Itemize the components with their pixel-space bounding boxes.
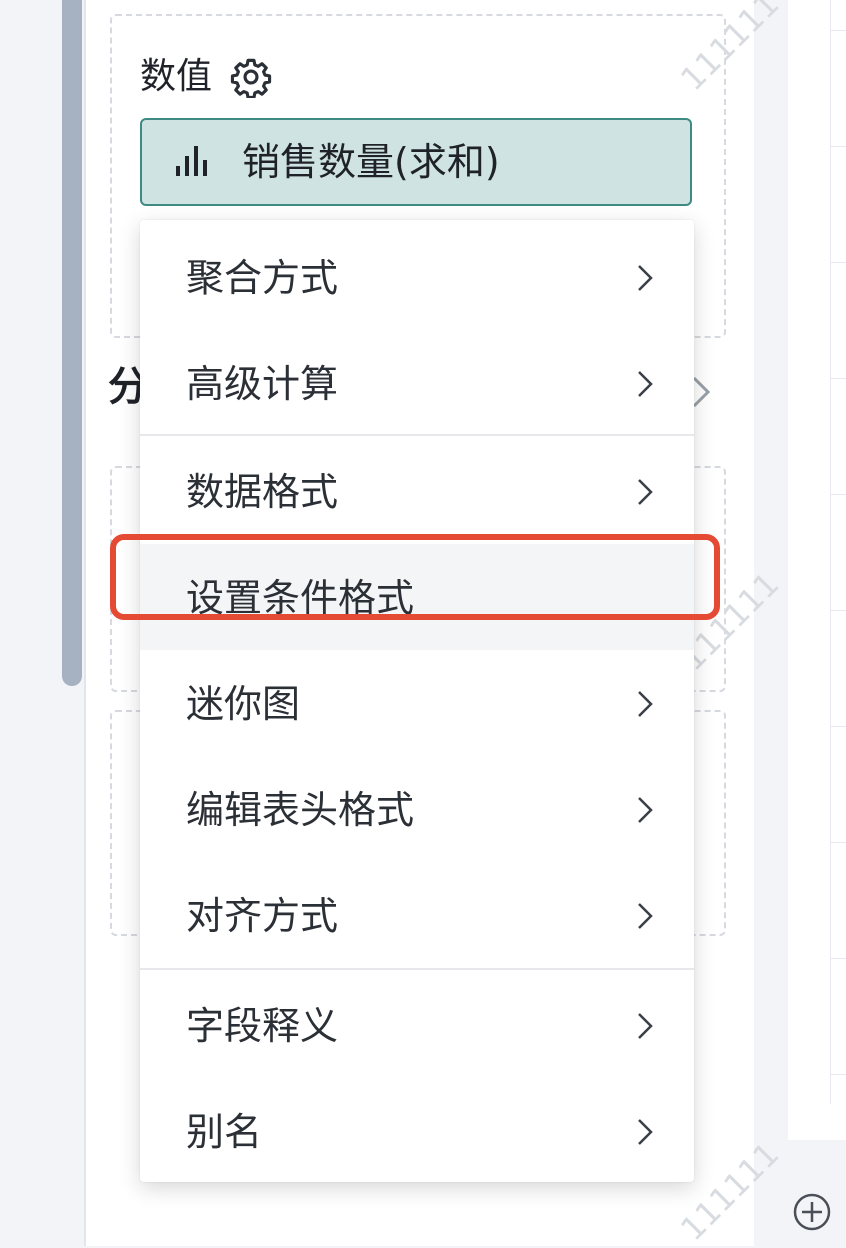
annotation-highlight-box: [110, 534, 720, 620]
menu-divider: [140, 968, 694, 970]
menu-item-label: 高级计算: [186, 362, 339, 406]
bar-chart-icon: [176, 146, 207, 176]
field-pill-sales-quantity[interactable]: 销售数量(求和): [140, 118, 692, 206]
menu-item-label: 数据格式: [186, 470, 339, 514]
grid-line: [830, 30, 846, 31]
chevron-right-icon: [638, 903, 653, 929]
chevron-right-icon: [638, 479, 653, 505]
scrollbar-thumb[interactable]: [62, 0, 82, 686]
gear-icon[interactable]: [230, 56, 272, 98]
grid-line: [830, 494, 846, 495]
chevron-right-icon: [638, 265, 653, 291]
chevron-right-icon: [638, 371, 653, 397]
menu-item-sparkline[interactable]: 迷你图: [140, 650, 694, 756]
menu-item-label: 字段释义: [186, 1004, 339, 1048]
grid-line: [830, 842, 846, 843]
grid-line: [830, 610, 846, 611]
menu-item-alignment[interactable]: 对齐方式: [140, 862, 694, 968]
grid-line: [830, 958, 846, 959]
menu-item-header-format[interactable]: 编辑表头格式: [140, 756, 694, 862]
menu-item-alias[interactable]: 别名: [140, 1078, 694, 1184]
chevron-right-icon: [638, 1013, 653, 1039]
chevron-right-icon: [638, 797, 653, 823]
menu-divider: [140, 434, 694, 436]
grid-line: [830, 146, 846, 147]
menu-item-label: 迷你图: [186, 682, 301, 726]
menu-item-advanced-calc[interactable]: 高级计算: [140, 330, 694, 436]
menu-item-aggregation[interactable]: 聚合方式: [140, 224, 694, 330]
grid-line: [830, 1074, 846, 1075]
values-zone-title: 数值: [140, 56, 213, 97]
grid-line: [830, 262, 846, 263]
add-circle-icon[interactable]: [792, 1192, 832, 1232]
menu-item-label: 别名: [186, 1110, 263, 1154]
table-grid: [830, 0, 846, 1104]
menu-item-data-format[interactable]: 数据格式: [140, 438, 694, 544]
grid-line: [830, 726, 846, 727]
field-context-menu: 聚合方式 高级计算 数据格式 设置条件格式 迷你图 编辑表头格式 对齐方式 字段…: [140, 220, 694, 1182]
menu-item-label: 聚合方式: [186, 256, 339, 300]
grid-line: [830, 378, 846, 379]
menu-item-field-definition[interactable]: 字段释义: [140, 972, 694, 1078]
field-pill-label: 销售数量(求和): [242, 140, 500, 184]
menu-item-label: 对齐方式: [186, 894, 339, 938]
chevron-right-icon: [638, 1119, 653, 1145]
menu-item-label: 编辑表头格式: [186, 788, 415, 832]
chevron-right-icon: [638, 691, 653, 717]
